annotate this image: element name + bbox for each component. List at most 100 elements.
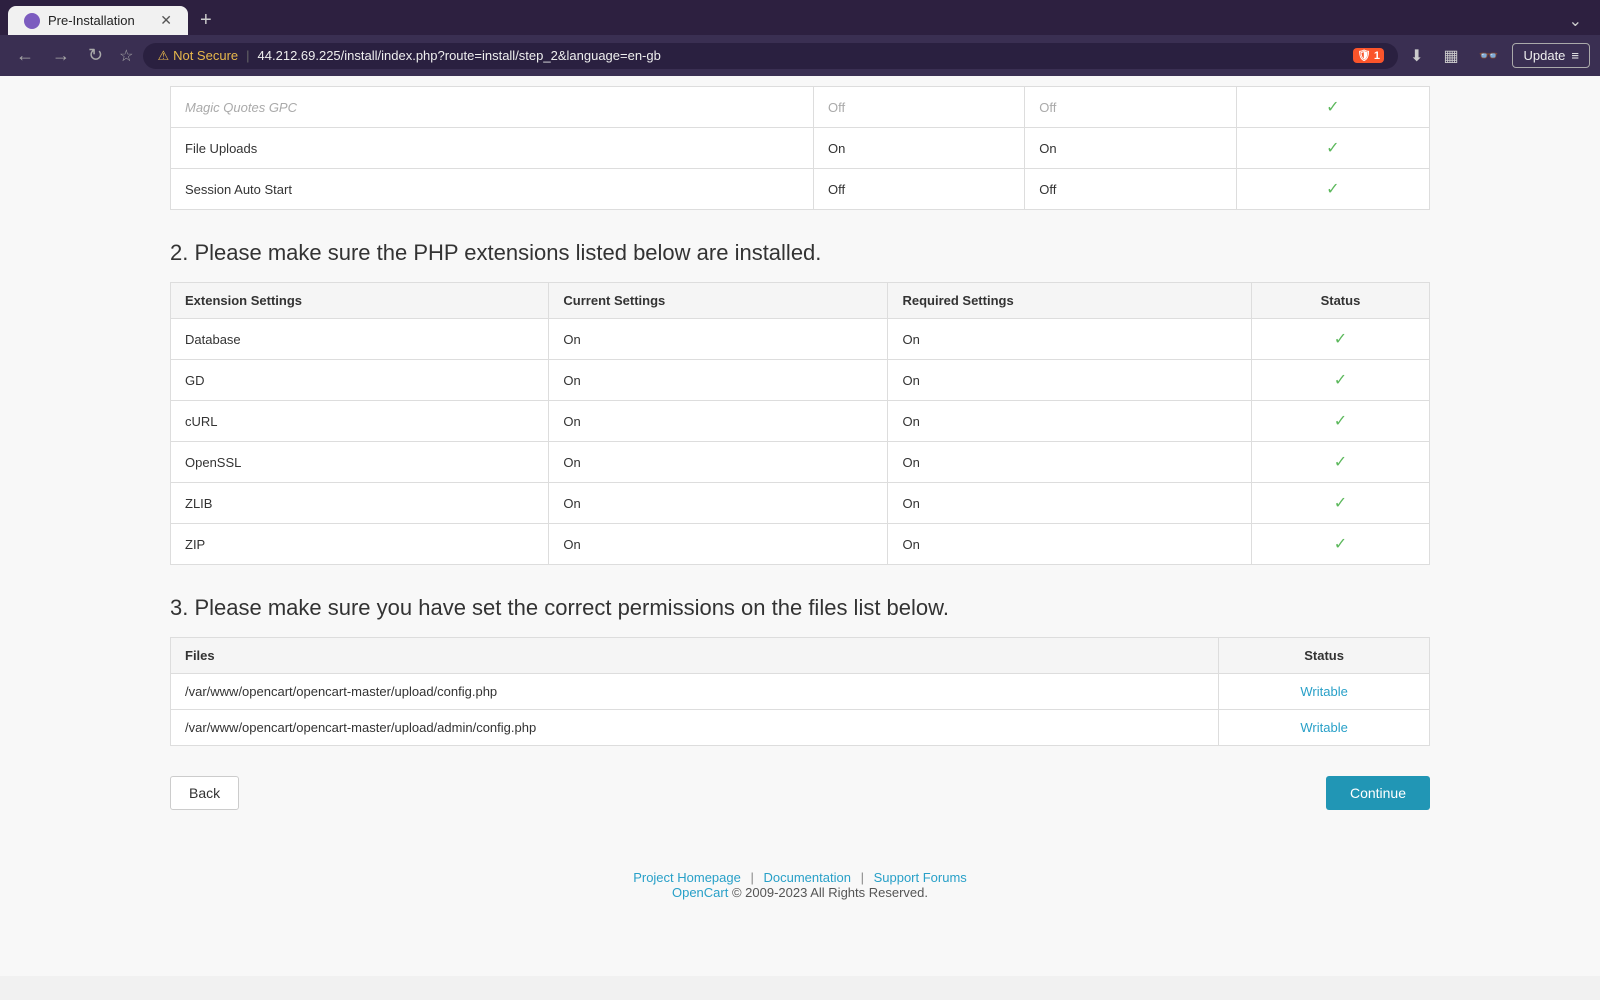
current-value: On bbox=[813, 128, 1024, 169]
tab-bar: Pre-Installation ✕ + ⌄ bbox=[0, 0, 1600, 35]
status-cell: ✓ bbox=[1251, 319, 1429, 360]
leo-button[interactable]: 👓 bbox=[1473, 42, 1505, 70]
extension-name: ZIP bbox=[171, 524, 549, 565]
setting-name: File Uploads bbox=[171, 128, 814, 169]
table-row: File Uploads On On ✓ bbox=[171, 128, 1430, 169]
status-cell: Writable bbox=[1219, 710, 1430, 746]
tab-title: Pre-Installation bbox=[48, 13, 135, 28]
sidebar-button[interactable]: ▦ bbox=[1437, 42, 1464, 70]
table-row: OpenSSL On On ✓ bbox=[171, 442, 1430, 483]
page-footer: Project Homepage | Documentation | Suppo… bbox=[0, 850, 1600, 920]
current-value: On bbox=[549, 360, 888, 401]
current-value: On bbox=[549, 442, 888, 483]
file-path: /var/www/opencart/opencart-master/upload… bbox=[171, 674, 1219, 710]
current-value: On bbox=[549, 401, 888, 442]
setting-name: Magic Quotes GPC bbox=[171, 87, 814, 128]
bookmark-button[interactable]: ☆ bbox=[115, 42, 137, 70]
table-row: GD On On ✓ bbox=[171, 360, 1430, 401]
back-button[interactable]: Back bbox=[170, 776, 239, 810]
check-icon: ✓ bbox=[1334, 495, 1347, 512]
extension-name: OpenSSL bbox=[171, 442, 549, 483]
writable-status: Writable bbox=[1300, 684, 1347, 699]
footer-divider: | bbox=[750, 870, 753, 885]
warning-icon: ⚠ bbox=[157, 48, 169, 64]
status-cell: ✓ bbox=[1236, 128, 1429, 169]
extension-name: ZLIB bbox=[171, 483, 549, 524]
security-indicator: ⚠ Not Secure bbox=[157, 48, 238, 64]
col-extension: Extension Settings bbox=[171, 283, 549, 319]
project-homepage-link[interactable]: Project Homepage bbox=[633, 870, 741, 885]
new-tab-button[interactable]: + bbox=[192, 9, 220, 32]
footer-copyright: OpenCart © 2009-2023 All Rights Reserved… bbox=[20, 885, 1580, 900]
required-value: On bbox=[888, 483, 1251, 524]
table-row: ZIP On On ✓ bbox=[171, 524, 1430, 565]
status-cell: ✓ bbox=[1236, 169, 1429, 210]
setting-name: Session Auto Start bbox=[171, 169, 814, 210]
active-tab[interactable]: Pre-Installation ✕ bbox=[8, 6, 188, 35]
address-bar[interactable]: ⚠ Not Secure | 44.212.69.225/install/ind… bbox=[143, 43, 1398, 69]
table-row: cURL On On ✓ bbox=[171, 401, 1430, 442]
extension-name: Database bbox=[171, 319, 549, 360]
button-row: Back Continue bbox=[170, 776, 1430, 810]
check-icon: ✓ bbox=[1326, 140, 1339, 157]
col-files: Files bbox=[171, 638, 1219, 674]
table-header-row: Files Status bbox=[171, 638, 1430, 674]
current-value: Off bbox=[813, 169, 1024, 210]
update-button[interactable]: Update ≡ bbox=[1512, 43, 1590, 68]
footer-links: Project Homepage | Documentation | Suppo… bbox=[20, 870, 1580, 885]
required-value: On bbox=[888, 401, 1251, 442]
required-value: Off bbox=[1025, 87, 1236, 128]
table-header-row: Extension Settings Current Settings Requ… bbox=[171, 283, 1430, 319]
required-value: Off bbox=[1025, 169, 1236, 210]
table-row: Magic Quotes GPC Off Off ✓ bbox=[171, 87, 1430, 128]
support-forums-link[interactable]: Support Forums bbox=[874, 870, 967, 885]
check-icon: ✓ bbox=[1326, 99, 1339, 116]
status-cell: ✓ bbox=[1251, 442, 1429, 483]
required-value: On bbox=[888, 319, 1251, 360]
check-icon: ✓ bbox=[1334, 372, 1347, 389]
section2-heading: 2. Please make sure the PHP extensions l… bbox=[170, 240, 1430, 266]
forward-button[interactable]: → bbox=[46, 41, 76, 70]
file-path: /var/www/opencart/opencart-master/upload… bbox=[171, 710, 1219, 746]
status-cell: Writable bbox=[1219, 674, 1430, 710]
navigation-bar: ← → ↻ ☆ ⚠ Not Secure | 44.212.69.225/ins… bbox=[0, 35, 1600, 76]
current-value: On bbox=[549, 483, 888, 524]
col-current: Current Settings bbox=[549, 283, 888, 319]
col-required: Required Settings bbox=[888, 283, 1251, 319]
back-button[interactable]: ← bbox=[10, 41, 40, 70]
browser-window: Pre-Installation ✕ + ⌄ ← → ↻ ☆ ⚠ Not Sec… bbox=[0, 0, 1600, 76]
check-icon: ✓ bbox=[1334, 536, 1347, 553]
brave-shield-icon[interactable]: 🛡 1 bbox=[1353, 48, 1384, 63]
copyright-text: © 2009-2023 All Rights Reserved. bbox=[732, 885, 928, 900]
table-row: Session Auto Start Off Off ✓ bbox=[171, 169, 1430, 210]
tab-favicon bbox=[24, 13, 40, 29]
not-secure-label: Not Secure bbox=[173, 48, 238, 63]
tab-close-button[interactable]: ✕ bbox=[160, 12, 172, 29]
tab-more-button[interactable]: ⌄ bbox=[1569, 11, 1582, 31]
status-cell: ✓ bbox=[1251, 524, 1429, 565]
table-row: Database On On ✓ bbox=[171, 319, 1430, 360]
url-text: 44.212.69.225/install/index.php?route=in… bbox=[258, 48, 661, 63]
footer-divider2: | bbox=[861, 870, 864, 885]
writable-status: Writable bbox=[1300, 720, 1347, 735]
reload-button[interactable]: ↻ bbox=[82, 41, 109, 70]
browser-actions: ⬇ ▦ 👓 Update ≡ bbox=[1404, 42, 1590, 70]
content-area: Magic Quotes GPC Off Off ✓ File Uploads … bbox=[150, 76, 1450, 850]
extensions-table: Extension Settings Current Settings Requ… bbox=[170, 282, 1430, 565]
documentation-link[interactable]: Documentation bbox=[764, 870, 851, 885]
download-button[interactable]: ⬇ bbox=[1404, 42, 1429, 70]
status-cell: ✓ bbox=[1251, 360, 1429, 401]
status-cell: ✓ bbox=[1236, 87, 1429, 128]
required-value: On bbox=[888, 442, 1251, 483]
table-row: /var/www/opencart/opencart-master/upload… bbox=[171, 710, 1430, 746]
check-icon: ✓ bbox=[1334, 454, 1347, 471]
required-value: On bbox=[888, 360, 1251, 401]
files-table: Files Status /var/www/opencart/opencart-… bbox=[170, 637, 1430, 746]
extension-name: GD bbox=[171, 360, 549, 401]
php-settings-table-partial: Magic Quotes GPC Off Off ✓ File Uploads … bbox=[170, 86, 1430, 210]
check-icon: ✓ bbox=[1326, 181, 1339, 198]
opencart-link[interactable]: OpenCart bbox=[672, 885, 728, 900]
page-content: Magic Quotes GPC Off Off ✓ File Uploads … bbox=[0, 76, 1600, 976]
current-value: Off bbox=[813, 87, 1024, 128]
continue-button[interactable]: Continue bbox=[1326, 776, 1430, 810]
